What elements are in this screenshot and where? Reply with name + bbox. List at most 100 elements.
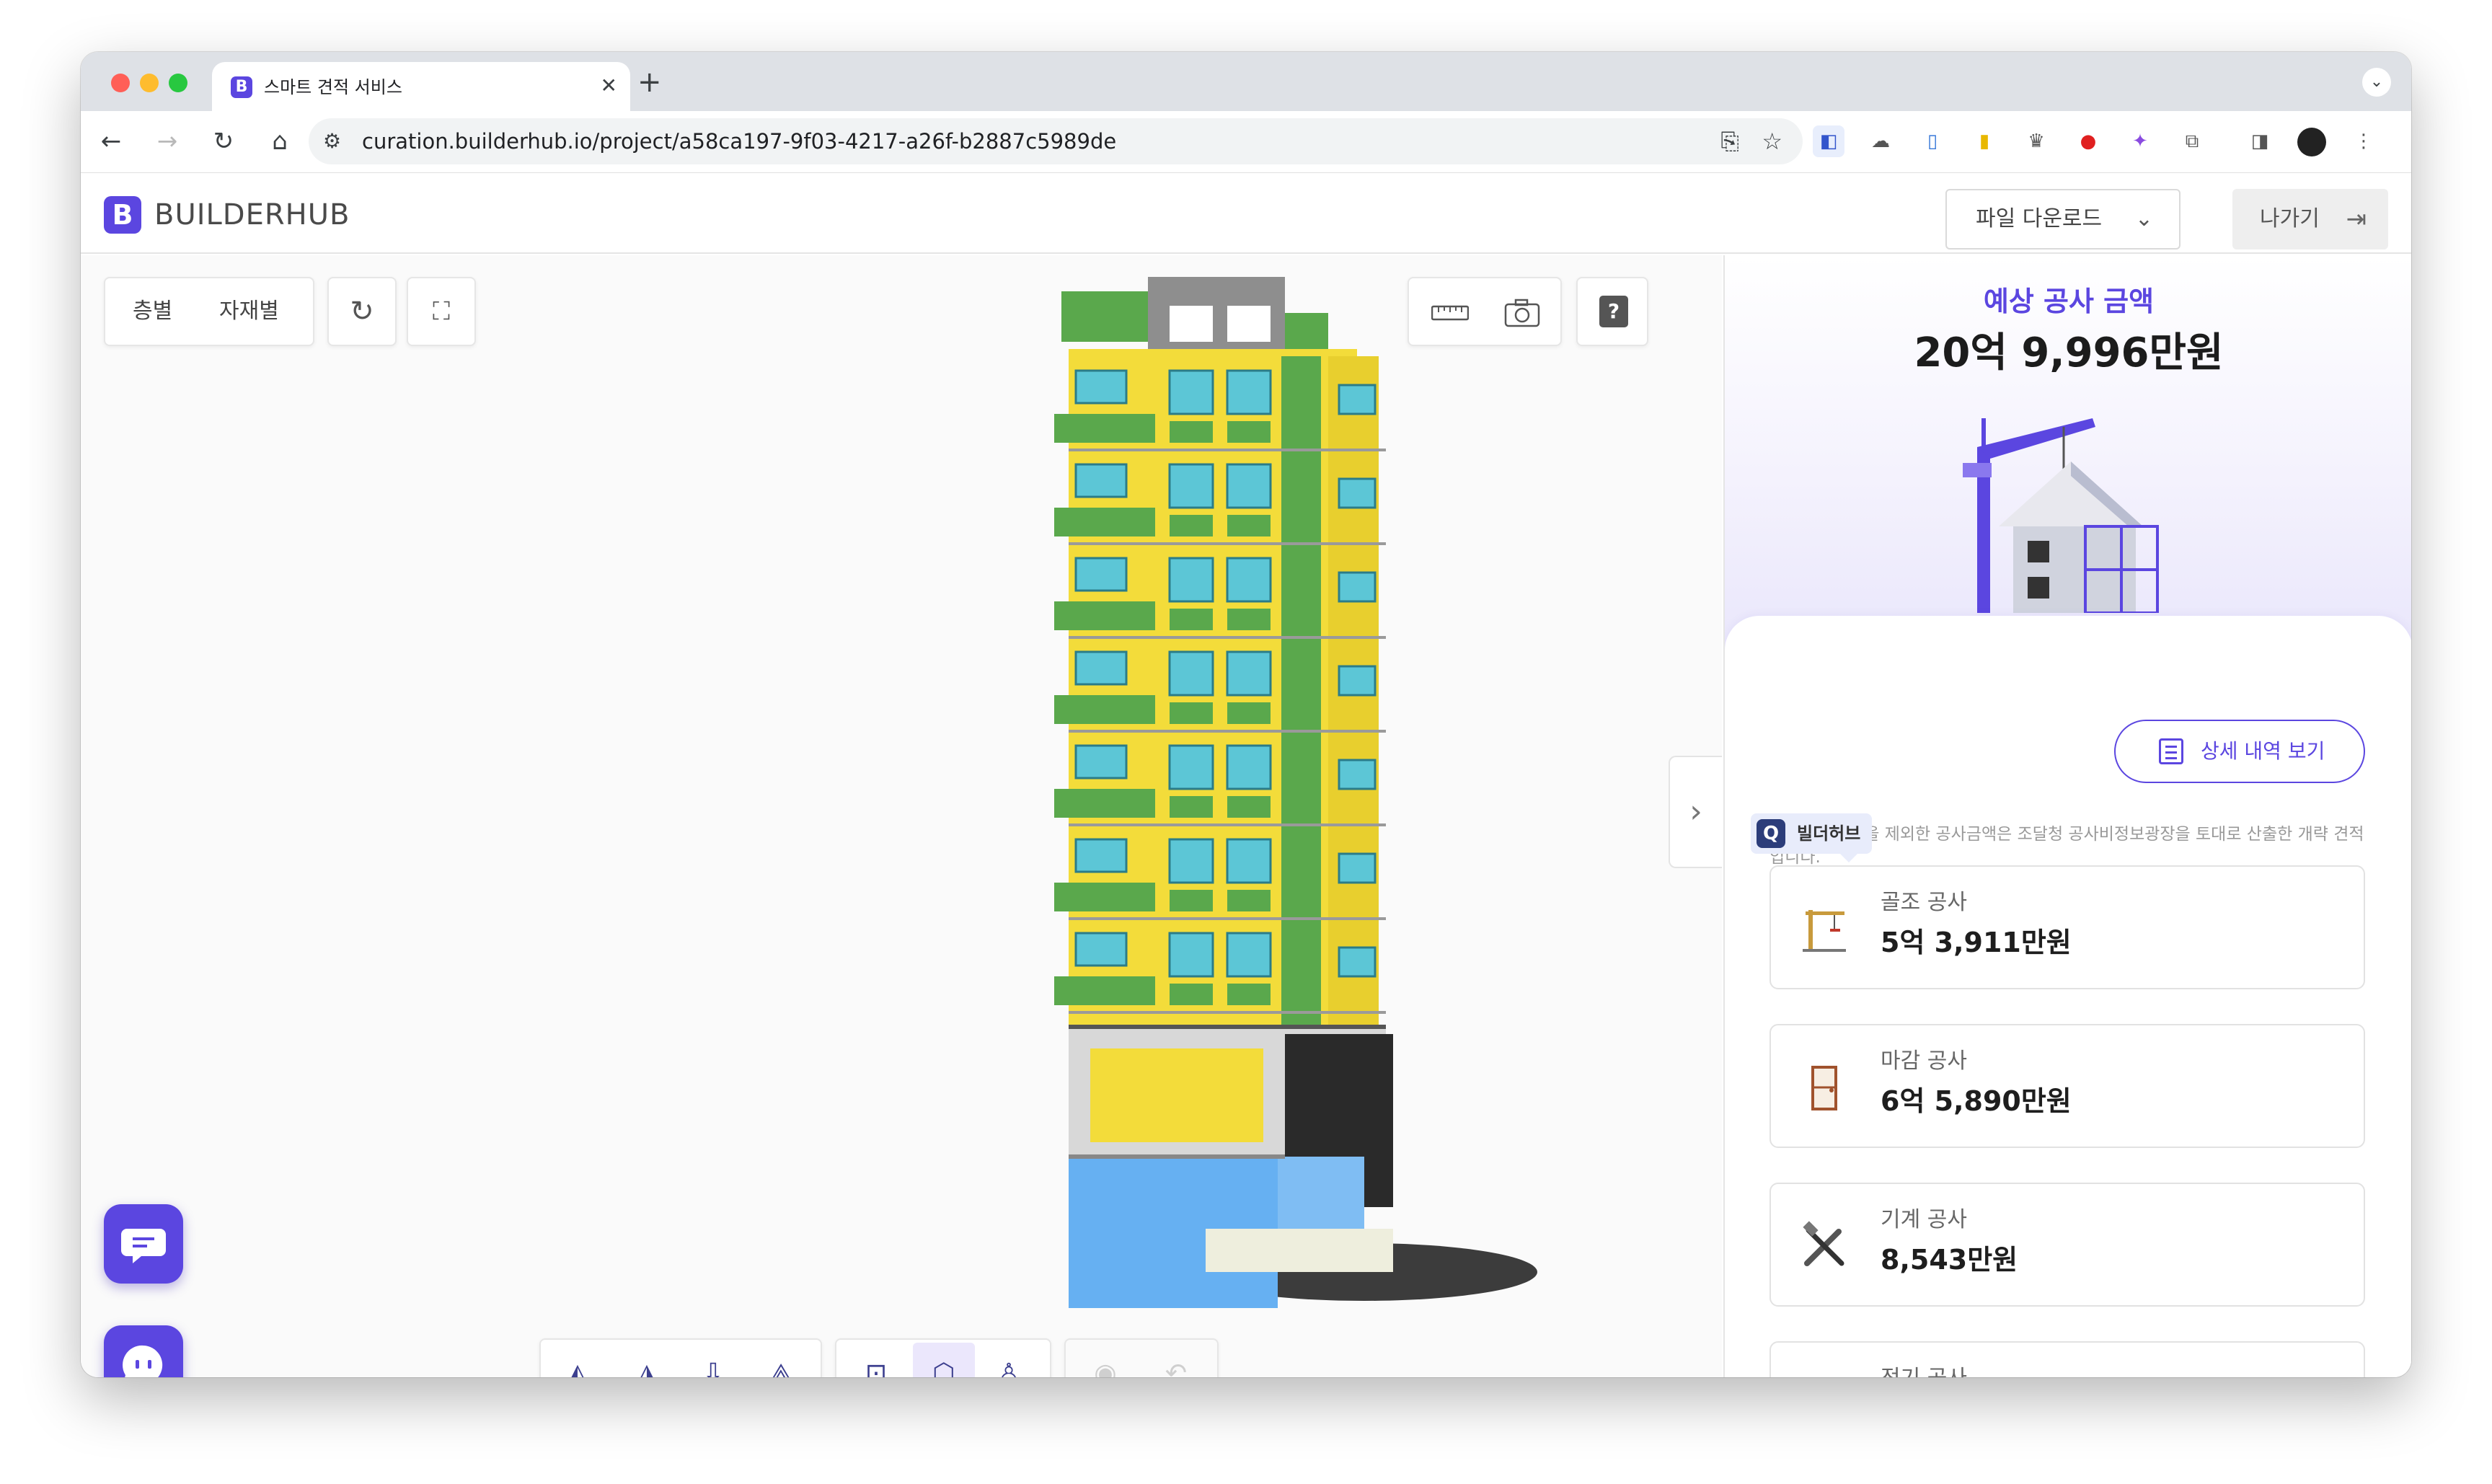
install-app-icon[interactable]: ⎘ xyxy=(1720,128,1739,154)
forward-icon[interactable]: → xyxy=(150,124,185,159)
estimate-label: 예상 공사 금액 xyxy=(1983,286,2155,317)
balcony-slab xyxy=(1170,796,1213,818)
browser-window: B 스마트 견적 서비스 ✕ + ⌄ ← → ↻ ⌂ ⚙ curation.bu… xyxy=(81,52,2411,1377)
balcony-slab xyxy=(1227,609,1271,630)
balcony-slab xyxy=(1227,702,1271,724)
cost-breakdown: 상세 내역 보기 i골조, 마감을 제외한 공사금액은 조달청 공사비정보광장을… xyxy=(1725,616,2411,1377)
window-pane xyxy=(1074,650,1128,686)
logout-icon: ⇥ xyxy=(2346,205,2367,234)
chatbot-icon[interactable] xyxy=(104,1325,183,1377)
help-icon: ? xyxy=(1599,296,1628,327)
extensions-puzzle-icon[interactable]: ⧉ xyxy=(2176,125,2208,157)
new-tab-icon[interactable]: + xyxy=(637,68,662,97)
balcony-slab xyxy=(1054,414,1155,443)
view-by-material-tab[interactable]: 자재별 xyxy=(219,278,279,345)
minimize-window-button[interactable] xyxy=(140,74,159,92)
balcony-slab xyxy=(1170,515,1213,536)
estimate-value: 20억 9,996만원 xyxy=(1914,330,2224,376)
balcony-slab xyxy=(1170,421,1213,443)
cost-item-label: 전기 공사 xyxy=(1881,1364,1967,1377)
tab-search-chevron-icon[interactable]: ⌄ xyxy=(2362,68,2391,97)
extension-4-icon[interactable]: ▮ xyxy=(1969,125,2000,157)
browser-menu-icon[interactable]: ⋮ xyxy=(2348,125,2380,157)
cost-item-electric[interactable]: 전기 공사 xyxy=(1769,1341,2365,1377)
extension-7-icon[interactable]: ✦ xyxy=(2124,125,2156,157)
window-pane xyxy=(1226,932,1272,978)
window-pane xyxy=(1168,838,1214,884)
balcony-slab xyxy=(1054,508,1155,536)
chevron-down-icon: ⌄ xyxy=(2134,206,2153,231)
file-download-button[interactable]: 파일 다운로드 ⌄ xyxy=(1945,189,2180,249)
app-header: B BUILDERHUB 파일 다운로드 ⌄ 나가기 ⇥ xyxy=(81,173,2411,254)
url-text[interactable]: curation.builderhub.io/project/a58ca197-… xyxy=(362,128,1116,154)
cost-item-label: 기계 공사 xyxy=(1881,1207,1967,1232)
view-iso-icon[interactable]: ⟁ xyxy=(750,1343,812,1377)
extension-3-icon[interactable]: ▯ xyxy=(1917,125,1948,157)
cloud-extension-icon[interactable]: ☁ xyxy=(1865,125,1896,157)
bookmark-star-icon[interactable]: ☆ xyxy=(1762,128,1782,154)
view-details-button[interactable]: 상세 내역 보기 xyxy=(2114,720,2365,783)
balcony-slab xyxy=(1227,890,1271,911)
address-bar: ← → ↻ ⌂ ⚙ curation.builderhub.io/project… xyxy=(81,111,2411,173)
extension-1-icon[interactable]: ◧ xyxy=(1813,125,1844,157)
section-icon[interactable]: ⊡ xyxy=(845,1343,907,1377)
window-pane xyxy=(1226,838,1272,884)
balcony-slab xyxy=(1170,609,1213,630)
cost-item-frame[interactable]: 골조 공사 5억 3,911만원 xyxy=(1769,865,2365,989)
balcony-slab xyxy=(1054,601,1155,630)
view-by-floor-tab[interactable]: 층별 xyxy=(133,278,172,345)
render-mode-toolbar: ⊡ ⬡ ♙ xyxy=(835,1338,1051,1377)
reset-view-icon[interactable]: ↻ xyxy=(327,277,397,346)
tab-close-icon[interactable]: ✕ xyxy=(601,75,617,97)
solid-box-icon[interactable]: ⬡ xyxy=(913,1343,975,1377)
help-button[interactable]: ? xyxy=(1576,277,1648,346)
window-pane xyxy=(1168,557,1214,603)
maximize-window-button[interactable] xyxy=(169,74,187,92)
cost-item-label: 골조 공사 xyxy=(1881,890,1967,915)
builderhub-q-icon: Q xyxy=(1757,819,1785,848)
exit-button[interactable]: 나가기 ⇥ xyxy=(2232,189,2388,249)
window-pane xyxy=(1338,759,1377,790)
person-icon[interactable]: ♙ xyxy=(978,1343,1040,1377)
extension-5-icon[interactable]: ♛ xyxy=(2020,125,2052,157)
back-icon[interactable]: ← xyxy=(94,124,128,159)
building-3d-model[interactable] xyxy=(1047,277,1573,1308)
view-front-icon[interactable]: ◭ xyxy=(547,1343,609,1377)
window-pane xyxy=(1338,477,1377,509)
view-mode-toggle: 층별 자재별 xyxy=(104,277,314,346)
omnibox[interactable]: ⚙ curation.builderhub.io/project/a58ca19… xyxy=(309,118,1803,164)
extension-6-icon[interactable]: ● xyxy=(2072,125,2104,157)
balcony-slab xyxy=(1170,890,1213,911)
cost-item-finish[interactable]: 마감 공사 6억 5,890만원 xyxy=(1769,1024,2365,1148)
view-top-icon[interactable]: ⇩ xyxy=(682,1343,744,1377)
side-panel-icon[interactable]: ◨ xyxy=(2244,125,2276,157)
model-viewer[interactable]: 층별 자재별 ↻ ⛶ ? › ◭ ◮ ⇩ ⟁ ⊡ ⬡ ♙ ◉ ↶ xyxy=(81,255,1722,1377)
reload-icon[interactable]: ↻ xyxy=(206,124,241,159)
window-pane xyxy=(1168,463,1214,509)
document-list-icon xyxy=(2159,738,2183,764)
estimate-panel: 예상 공사 금액 20억 9,996만원 상세 내역 보기 골조, 마감을 제외… xyxy=(1723,255,2411,1377)
chat-message-icon[interactable] xyxy=(104,1204,183,1284)
panel-collapse-chevron-icon[interactable]: › xyxy=(1669,756,1722,868)
home-icon[interactable]: ⌂ xyxy=(262,124,297,159)
balcony-slab xyxy=(1227,515,1271,536)
builderhub-badge: Q 빌더허브 xyxy=(1751,813,1873,862)
window-pane xyxy=(1074,369,1128,405)
balcony-slab xyxy=(1054,695,1155,724)
view-side-icon[interactable]: ◮ xyxy=(616,1343,678,1377)
cost-item-mechanical[interactable]: 기계 공사 8,543만원 xyxy=(1769,1183,2365,1307)
site-info-icon[interactable]: ⚙ xyxy=(323,128,341,154)
balcony-slab xyxy=(1227,796,1271,818)
close-window-button[interactable] xyxy=(111,74,130,92)
view-details-label: 상세 내역 보기 xyxy=(2201,739,2325,763)
profile-avatar[interactable] xyxy=(2296,125,2328,157)
browser-tab-active[interactable]: B 스마트 견적 서비스 ✕ xyxy=(212,62,630,111)
balcony-slab xyxy=(1170,702,1213,724)
door-icon xyxy=(1798,1061,1850,1113)
camera-view-toolbar: ◭ ◮ ⇩ ⟁ xyxy=(539,1338,822,1377)
balcony-slab xyxy=(1227,421,1271,443)
undo-icon[interactable]: ↶ xyxy=(1145,1343,1207,1377)
balcony-slab xyxy=(1227,984,1271,1005)
fit-view-icon[interactable]: ⛶ xyxy=(407,277,476,346)
eye-icon[interactable]: ◉ xyxy=(1074,1343,1136,1377)
